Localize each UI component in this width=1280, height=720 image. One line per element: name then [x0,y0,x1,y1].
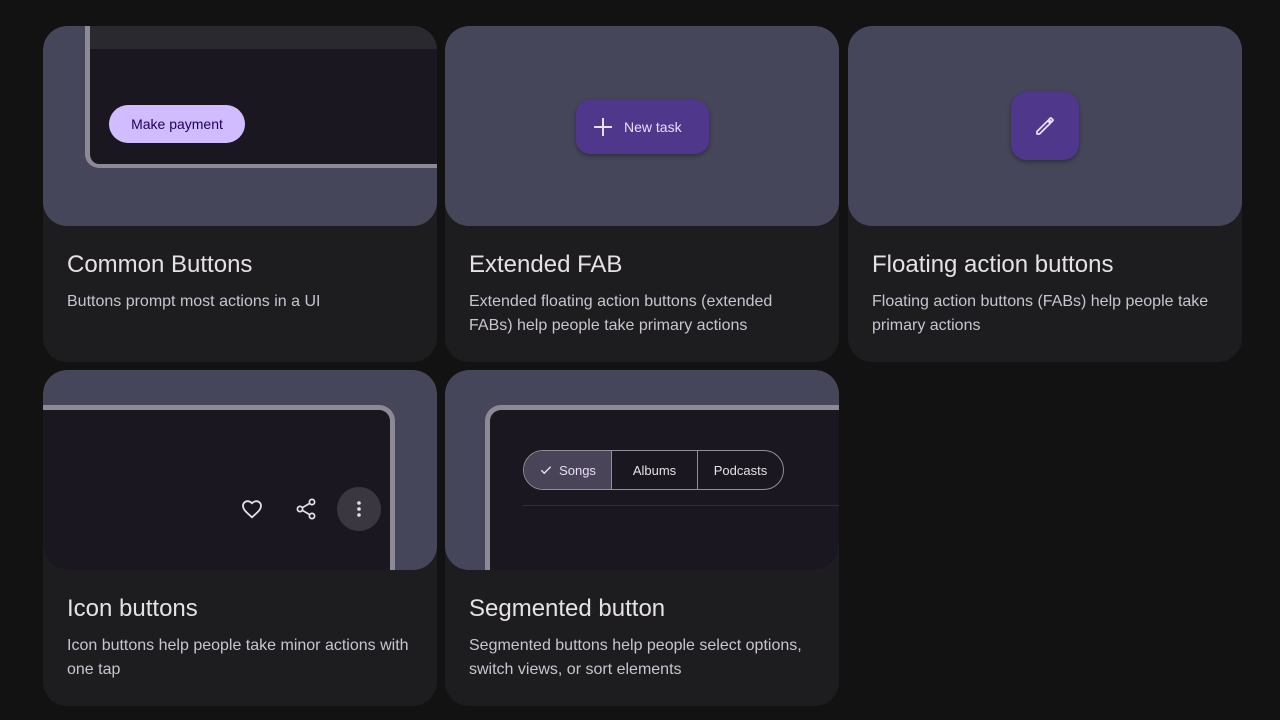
divider [523,505,839,506]
card-description: Floating action buttons (FABs) help peop… [872,293,1209,334]
card-title: Segmented button [469,595,666,622]
segment-label: Podcasts [713,462,768,478]
card-preview: New task [445,26,839,226]
card-title: Common Buttons [67,251,253,278]
new-task-button[interactable]: New task [576,100,709,154]
device-screen: Songs Albums Podcasts [485,405,839,570]
device-screen [43,405,395,570]
card-preview: Make payment [43,26,437,226]
segment-albums[interactable]: Albums [611,451,697,489]
segment-label: Albums [632,462,677,478]
card-title: Icon buttons [67,595,198,622]
card-description: Segmented buttons help people select opt… [469,637,802,678]
card-floating-action-buttons[interactable]: Floating action buttons Floating action … [848,26,1242,362]
card-extended-fab[interactable]: New task Extended FAB Extended floating … [445,26,839,362]
card-description: Icon buttons help people take minor acti… [67,637,409,678]
share-button[interactable] [284,487,328,531]
card-preview: Songs Albums Podcasts [445,370,839,570]
card-description: Buttons prompt most actions in a UI [67,293,321,310]
more-vert-icon [357,501,361,517]
card-title: Floating action buttons [872,251,1114,278]
device-screen [85,26,437,168]
pencil-icon [1036,117,1054,135]
segment-label: Songs [559,462,596,478]
check-icon [540,466,552,475]
card-title: Extended FAB [469,251,623,278]
heart-icon [242,500,262,519]
share-icon [296,498,316,520]
card-preview [43,370,437,570]
card-segmented-button[interactable]: Songs Albums Podcasts Segmented button S… [445,370,839,706]
segment-songs[interactable]: Songs [524,451,611,489]
plus-icon [594,118,612,136]
segmented-button: Songs Albums Podcasts [523,450,784,490]
card-preview [848,26,1242,226]
components-grid: Make payment Common Buttons Buttons prom… [0,0,1280,720]
app-bar [90,26,437,49]
card-description: Extended floating action buttons (extend… [469,293,773,334]
card-common-buttons[interactable]: Make payment Common Buttons Buttons prom… [43,26,437,362]
new-task-label: New task [624,119,682,135]
card-icon-buttons[interactable]: Icon buttons Icon buttons help people ta… [43,370,437,706]
more-options-button[interactable] [337,487,381,531]
make-payment-button[interactable]: Make payment [109,105,245,143]
segment-podcasts[interactable]: Podcasts [697,451,783,489]
edit-fab-button[interactable] [1011,92,1079,160]
favorite-button[interactable] [230,487,274,531]
